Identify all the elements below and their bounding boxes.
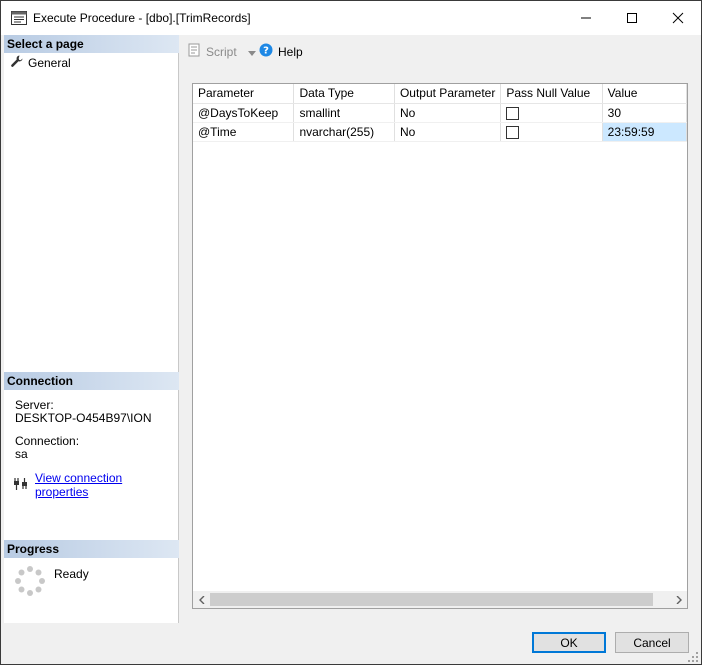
parameter-value-input[interactable]: 23:59:59 — [601, 121, 688, 142]
help-label: Help — [278, 44, 303, 59]
script-button[interactable]: Script — [187, 43, 256, 60]
script-label: Script — [206, 44, 237, 59]
scroll-left-button[interactable] — [193, 591, 210, 608]
plug-icon — [13, 477, 29, 494]
close-button[interactable] — [655, 1, 701, 35]
pass-null-checkbox[interactable] — [506, 106, 520, 120]
ok-button[interactable]: OK — [532, 632, 606, 653]
toolbar: Script ? Help — [181, 37, 696, 65]
column-header-pass-null-value[interactable]: Pass Null Value — [500, 84, 603, 104]
progress-status: Ready — [54, 567, 89, 581]
page-item-general[interactable]: General — [10, 54, 71, 71]
progress-row: Ready — [14, 565, 89, 600]
pass-null-cell — [500, 122, 603, 142]
connection-value: sa — [15, 447, 28, 461]
grid-header-row: Parameter Data Type Output Parameter Pas… — [193, 84, 688, 104]
help-button[interactable]: ? Help — [259, 43, 303, 60]
column-header-data-type[interactable]: Data Type — [293, 84, 395, 104]
chevron-left-icon — [198, 595, 204, 604]
title-bar: Execute Procedure - [dbo].[TrimRecords] — [1, 1, 701, 35]
minimize-button[interactable] — [563, 1, 609, 35]
parameter-name: @Time — [193, 122, 295, 142]
server-value: DESKTOP-O454B97\ION — [15, 411, 152, 425]
page-item-label: General — [28, 55, 71, 70]
parameter-name: @DaysToKeep — [193, 103, 295, 123]
progress-spinner-icon — [14, 565, 46, 600]
parameter-table: Parameter Data Type Output Parameter Pas… — [193, 84, 688, 142]
parameter-output: No — [394, 103, 502, 123]
minimize-icon — [581, 17, 591, 19]
maximize-icon — [627, 13, 637, 23]
scroll-right-button[interactable] — [670, 591, 687, 608]
parameter-data-type: nvarchar(255) — [293, 122, 395, 142]
parameter-grid: Parameter Data Type Output Parameter Pas… — [192, 83, 688, 609]
connection-header: Connection — [4, 372, 179, 390]
column-header-value[interactable]: Value — [602, 84, 688, 104]
table-row: @Time nvarchar(255) No 23:59:59 — [193, 121, 688, 142]
scrollbar-thumb[interactable] — [210, 593, 653, 606]
parameter-data-type: smallint — [293, 103, 395, 123]
horizontal-scrollbar[interactable] — [193, 591, 687, 608]
pass-null-checkbox[interactable] — [506, 125, 520, 139]
left-pane: Select a page General Connection Server:… — [4, 35, 179, 623]
maximize-button[interactable] — [609, 1, 655, 35]
table-row: @DaysToKeep smallint No 30 — [193, 103, 688, 123]
chevron-right-icon — [676, 595, 682, 604]
dialog-button-bar: OK Cancel — [1, 623, 701, 664]
select-page-header: Select a page — [4, 35, 179, 53]
cancel-button[interactable]: Cancel — [615, 632, 689, 653]
column-header-output-parameter[interactable]: Output Parameter — [394, 84, 502, 104]
column-header-parameter[interactable]: Parameter — [193, 84, 295, 104]
parameter-output: No — [394, 122, 502, 142]
chevron-down-icon[interactable] — [247, 45, 256, 59]
view-connection-properties[interactable]: View connection properties — [13, 471, 178, 499]
help-icon: ? — [259, 43, 273, 60]
progress-header: Progress — [4, 540, 179, 558]
window-title: Execute Procedure - [dbo].[TrimRecords] — [33, 11, 251, 25]
resize-grip-icon[interactable] — [687, 651, 699, 666]
execute-procedure-dialog: Execute Procedure - [dbo].[TrimRecords] … — [0, 0, 702, 665]
pass-null-cell — [500, 103, 603, 123]
script-icon — [187, 43, 201, 60]
procedure-icon — [11, 11, 27, 25]
close-icon — [672, 12, 684, 24]
view-connection-link[interactable]: View connection properties — [35, 471, 178, 499]
parameter-value-input[interactable]: 30 — [602, 103, 688, 123]
wrench-icon — [10, 54, 24, 71]
svg-text:?: ? — [263, 46, 269, 57]
